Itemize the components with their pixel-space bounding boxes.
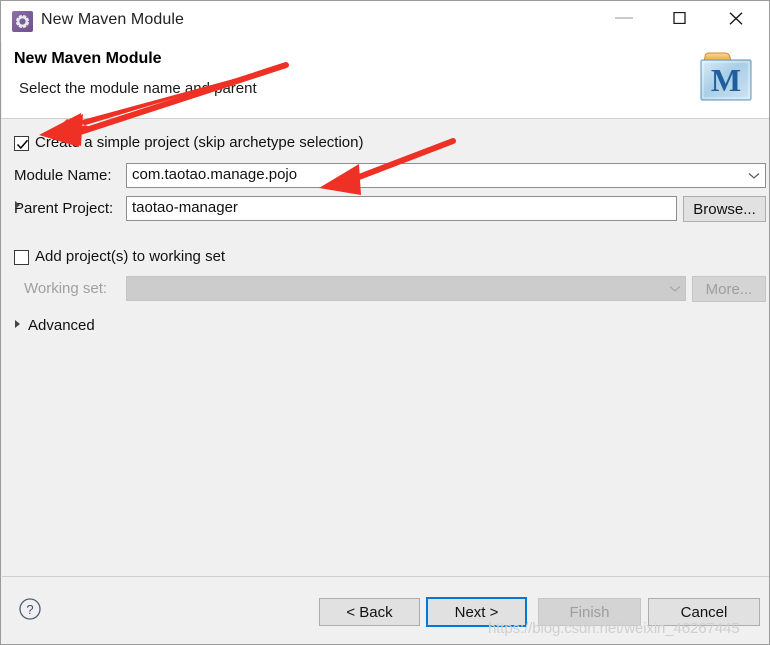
maximize-icon: [673, 12, 686, 24]
advanced-label[interactable]: Advanced: [28, 317, 95, 334]
chevron-down-icon: [748, 172, 760, 179]
minimize-button[interactable]: [601, 1, 647, 35]
advanced-expand-icon[interactable]: [15, 201, 20, 209]
module-name-input[interactable]: com.taotao.manage.pojo: [126, 163, 766, 188]
checkmark-icon: [16, 139, 29, 150]
svg-text:M: M: [711, 62, 741, 98]
wizard-body: Create a simple project (skip archetype …: [2, 119, 769, 576]
close-icon: [729, 12, 743, 25]
maven-module-gear-icon: [12, 11, 33, 32]
minimize-icon: [615, 17, 633, 19]
title-bar: New Maven Module: [1, 1, 769, 42]
working-set-dropdown-arrow: [665, 277, 685, 300]
chevron-down-icon: [669, 285, 681, 292]
simple-project-label[interactable]: Create a simple project (skip archetype …: [35, 134, 363, 151]
watermark-text: https://blog.csdn.net/weixin_46267445: [488, 620, 740, 637]
add-to-working-set-checkbox[interactable]: [14, 250, 29, 265]
wizard-header: New Maven Module Select the module name …: [2, 42, 769, 119]
maximize-button[interactable]: [657, 1, 703, 35]
parent-project-input[interactable]: taotao-manager: [126, 196, 677, 221]
back-button[interactable]: < Back: [319, 598, 420, 626]
page-title: New Maven Module: [14, 50, 162, 67]
parent-project-label: Parent Project:: [14, 200, 114, 217]
browse-button[interactable]: Browse...: [683, 196, 766, 222]
maven-folder-m-logo: M: [695, 46, 757, 104]
window-title: New Maven Module: [41, 11, 184, 28]
close-button[interactable]: [713, 1, 759, 35]
advanced-collapsed-triangle-icon[interactable]: [15, 320, 20, 328]
working-set-more-button: More...: [692, 276, 766, 302]
page-subtitle: Select the module name and parent: [19, 80, 257, 97]
add-to-working-set-label[interactable]: Add project(s) to working set: [35, 248, 225, 265]
working-set-label: Working set:: [24, 280, 108, 297]
simple-project-checkbox[interactable]: [14, 136, 29, 151]
help-icon[interactable]: ?: [19, 598, 41, 620]
working-set-combo: [126, 276, 686, 301]
module-name-dropdown-arrow[interactable]: [744, 163, 764, 188]
svg-text:?: ?: [26, 602, 33, 617]
module-name-label: Module Name:: [14, 167, 112, 184]
new-maven-module-dialog: New Maven Module New Maven Module Select…: [0, 0, 770, 645]
